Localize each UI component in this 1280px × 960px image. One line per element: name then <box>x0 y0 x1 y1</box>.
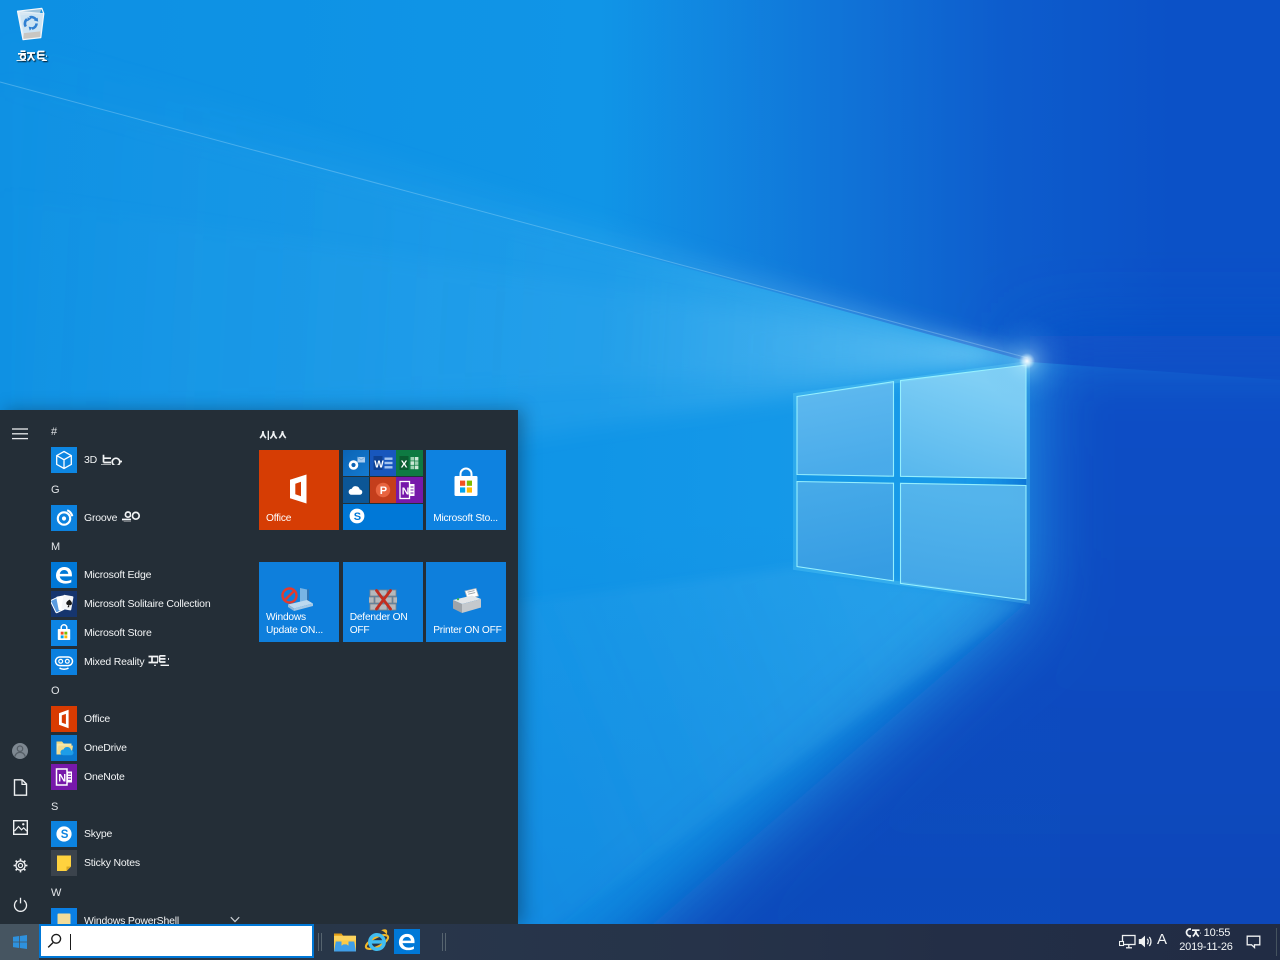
svg-text:W: W <box>374 459 384 470</box>
svg-text:S: S <box>61 830 69 842</box>
svg-text:N: N <box>58 772 66 784</box>
svg-text:N: N <box>402 485 410 497</box>
svg-text:S: S <box>353 511 360 523</box>
svg-text:X: X <box>401 459 408 470</box>
svg-text:P: P <box>379 485 386 497</box>
